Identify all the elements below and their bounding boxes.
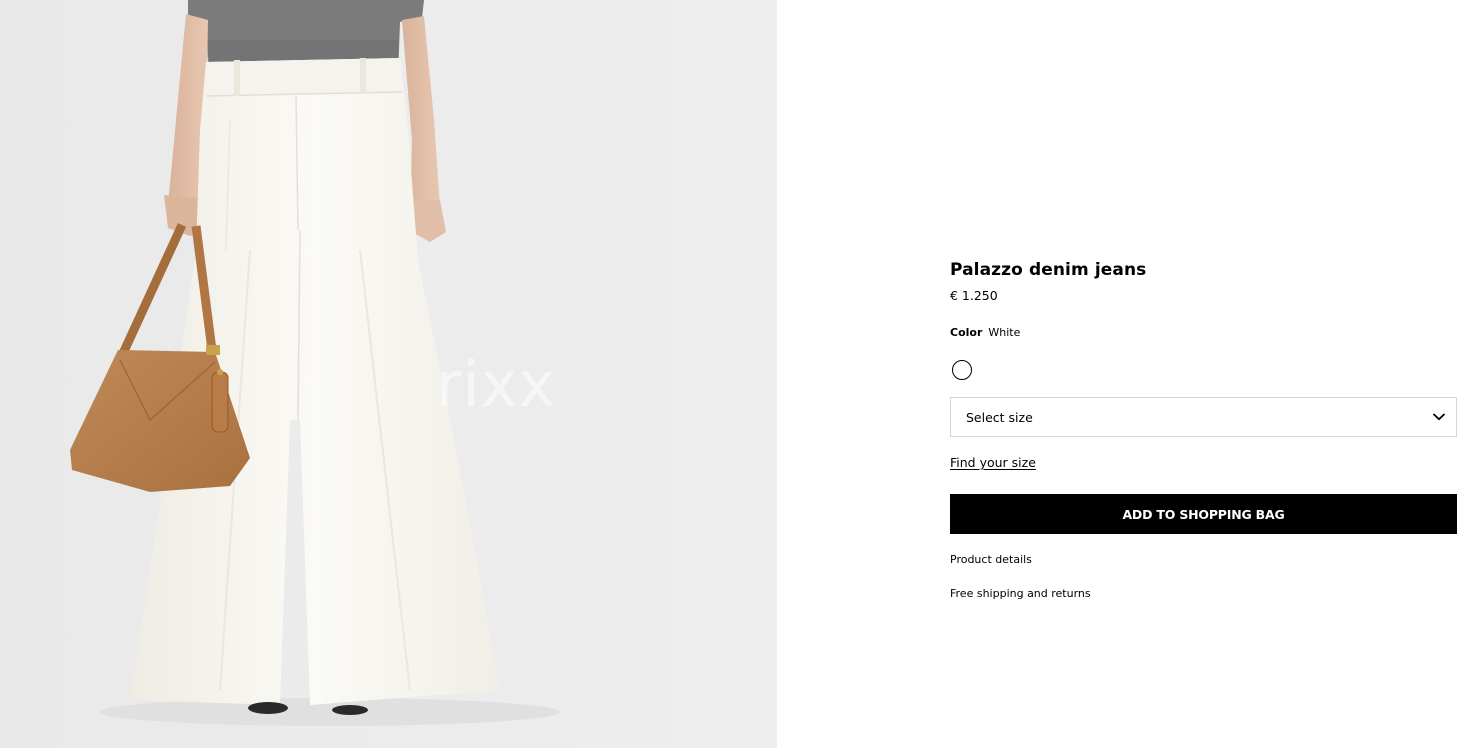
add-to-shopping-bag-button[interactable]: ADD TO SHOPPING BAG <box>950 494 1457 534</box>
color-row: Color White <box>950 326 1457 340</box>
free-shipping-returns-link[interactable]: Free shipping and returns <box>950 587 1457 601</box>
color-label: Color <box>950 326 983 339</box>
product-price: € 1.250 <box>950 288 998 303</box>
product-title: Palazzo denim jeans <box>950 260 1147 280</box>
product-photo-illustration <box>0 0 777 748</box>
product-details-link[interactable]: Product details <box>950 553 1457 567</box>
product-image[interactable]: rixx <box>0 0 777 748</box>
size-select-placeholder: Select size <box>966 409 1033 425</box>
size-select[interactable]: Select size <box>950 397 1457 437</box>
color-swatch-white[interactable] <box>952 360 972 380</box>
color-value: White <box>988 326 1021 339</box>
chevron-down-icon <box>1432 410 1446 424</box>
product-info-panel: Palazzo denim jeans € 1.250 Color White S… <box>950 256 1457 601</box>
product-page: rixx Palazzo denim jeans € 1.250 Color Wh… <box>0 0 1457 748</box>
find-your-size-link[interactable]: Find your size <box>950 455 1036 470</box>
